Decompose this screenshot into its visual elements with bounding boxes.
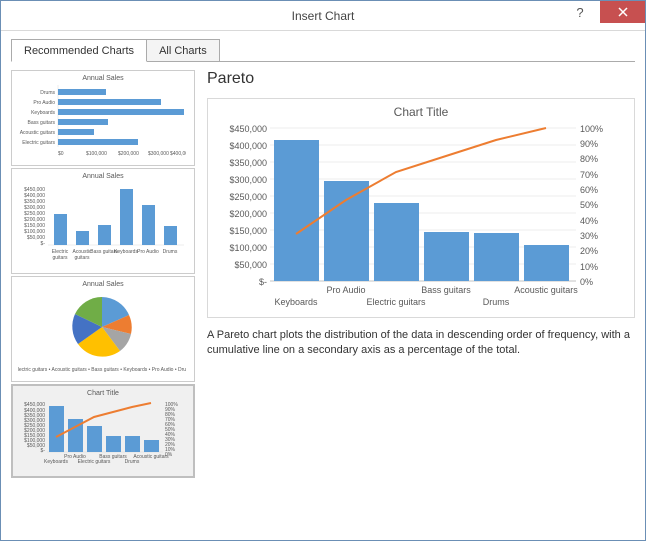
svg-text:Pro Audio: Pro Audio — [326, 285, 365, 295]
svg-text:$0: $0 — [58, 151, 64, 157]
thumb-chart-icon: • Electric guitars • Acoustic guitars • … — [18, 291, 186, 377]
insert-chart-dialog: Insert Chart ? Recommended Charts All Ch… — [0, 0, 646, 541]
svg-text:$200,000: $200,000 — [118, 151, 139, 157]
svg-text:Bass guitars: Bass guitars — [421, 285, 471, 295]
thumb-title: Annual Sales — [18, 75, 188, 82]
svg-text:10%: 10% — [580, 262, 598, 272]
svg-text:Keyboards: Keyboards — [114, 249, 138, 255]
chart-preview[interactable]: Chart Title — [207, 98, 635, 318]
svg-text:Drums: Drums — [483, 297, 510, 307]
svg-text:$50,000: $50,000 — [234, 260, 267, 270]
svg-text:Acoustic guitars: Acoustic guitars — [514, 285, 578, 295]
close-icon — [618, 7, 628, 17]
chart-title: Chart Title — [218, 105, 624, 119]
svg-text:guitars: guitars — [52, 255, 68, 261]
svg-text:Electric guitars: Electric guitars — [22, 140, 55, 146]
chart-thumb-pareto[interactable]: Chart Title $450,000 $400,000 $350,000 $… — [11, 384, 195, 478]
svg-text:Keyboards: Keyboards — [31, 110, 55, 116]
thumb-title: Annual Sales — [18, 281, 188, 288]
chart-preview-panel: Pareto Chart Title — [207, 70, 635, 480]
help-button[interactable]: ? — [560, 1, 600, 23]
svg-text:80%: 80% — [580, 154, 598, 164]
thumb-title: Chart Title — [19, 390, 187, 397]
svg-text:Electric guitars: Electric guitars — [366, 297, 426, 307]
chart-thumb-bar-vertical[interactable]: Annual Sales $450,000 $400,000 $350,000 … — [11, 168, 195, 274]
svg-text:Drums: Drums — [40, 90, 55, 96]
svg-text:$300,000: $300,000 — [148, 151, 169, 157]
svg-text:$350,000: $350,000 — [229, 158, 267, 168]
svg-text:$150,000: $150,000 — [229, 226, 267, 236]
svg-text:guitars: guitars — [74, 255, 90, 261]
tab-recommended[interactable]: Recommended Charts — [11, 39, 147, 62]
svg-text:Pro Audio: Pro Audio — [33, 100, 55, 106]
svg-text:Drums: Drums — [163, 249, 178, 255]
svg-text:Bass guitars: Bass guitars — [99, 454, 127, 460]
svg-text:$100,000: $100,000 — [229, 243, 267, 253]
svg-text:50%: 50% — [580, 200, 598, 210]
svg-text:$100,000: $100,000 — [86, 151, 107, 157]
svg-text:90%: 90% — [580, 139, 598, 149]
svg-text:$200,000: $200,000 — [229, 209, 267, 219]
chart-thumb-pie[interactable]: Annual Sales • Electric guitars • Acoust… — [11, 276, 195, 382]
thumb-chart-icon: Drums Pro Audio Keyboards Bass guitars A… — [18, 85, 186, 161]
svg-text:Acoustic guitars: Acoustic guitars — [20, 130, 56, 136]
thumb-title: Annual Sales — [18, 173, 188, 180]
thumb-chart-icon: $450,000 $400,000 $350,000 $300,000 $250… — [18, 183, 186, 269]
tab-all-charts[interactable]: All Charts — [147, 39, 220, 61]
pareto-chart-icon: $450,000 $400,000 $350,000 $300,000 $250… — [218, 123, 608, 313]
svg-text:$450,000: $450,000 — [229, 124, 267, 134]
svg-text:Acoustic guitars: Acoustic guitars — [133, 454, 169, 460]
svg-text:$300,000: $300,000 — [229, 175, 267, 185]
chart-description: A Pareto chart plots the distribution of… — [207, 328, 635, 358]
svg-text:$400,000: $400,000 — [229, 141, 267, 151]
svg-text:40%: 40% — [580, 216, 598, 226]
svg-text:70%: 70% — [580, 170, 598, 180]
svg-text:$-: $- — [41, 241, 46, 247]
svg-text:30%: 30% — [580, 231, 598, 241]
svg-text:• Electric guitars • Acoustic: • Electric guitars • Acoustic guitars • … — [18, 367, 186, 373]
chart-thumb-bar-horizontal[interactable]: Annual Sales Drums Pro Audio — [11, 70, 195, 166]
svg-text:100%: 100% — [580, 124, 603, 134]
thumb-chart-icon: $450,000 $400,000 $350,000 $300,000 $250… — [19, 400, 183, 472]
svg-text:$-: $- — [259, 277, 267, 287]
svg-text:Pro Audio: Pro Audio — [137, 249, 159, 255]
svg-text:0%: 0% — [580, 277, 593, 287]
close-button[interactable] — [600, 1, 645, 23]
svg-text:Bass guitars: Bass guitars — [27, 120, 55, 126]
recommended-list: Annual Sales Drums Pro Audio — [11, 70, 195, 480]
svg-text:Keyboards: Keyboards — [274, 297, 318, 307]
dialog-title: Insert Chart — [1, 9, 645, 23]
svg-text:20%: 20% — [580, 246, 598, 256]
svg-text:$-: $- — [41, 448, 46, 454]
tabs: Recommended Charts All Charts — [11, 39, 635, 62]
svg-text:$400,000: $400,000 — [170, 151, 186, 157]
svg-text:60%: 60% — [580, 185, 598, 195]
svg-text:$250,000: $250,000 — [229, 192, 267, 202]
chart-type-name: Pareto — [207, 70, 635, 88]
titlebar: Insert Chart ? — [1, 1, 645, 31]
